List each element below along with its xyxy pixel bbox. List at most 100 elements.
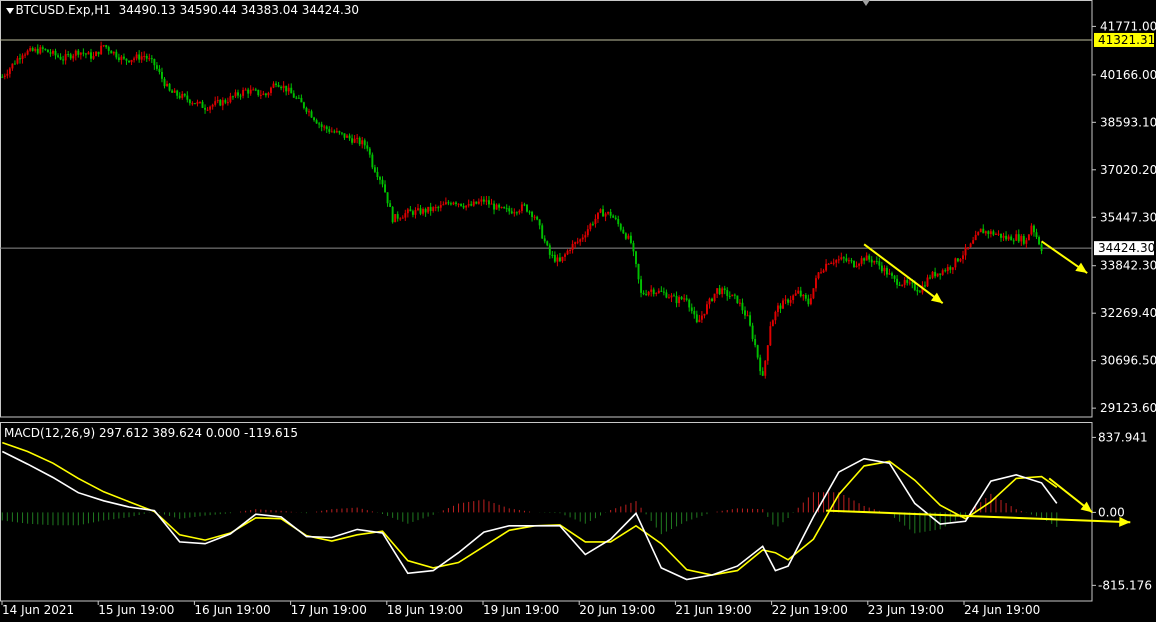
candle (579, 238, 582, 246)
macd-line (1, 450, 1058, 581)
candle-body (944, 270, 947, 272)
candle (949, 265, 952, 274)
candle (556, 254, 559, 267)
candle (670, 293, 673, 303)
candle-body (338, 131, 341, 133)
candle (744, 306, 746, 320)
candle-body (229, 96, 232, 103)
candle (411, 209, 414, 218)
candle (761, 367, 764, 377)
candle (384, 180, 387, 193)
candle (335, 127, 338, 134)
price-tick-label: 30696.50 (1100, 354, 1156, 368)
candle (1005, 231, 1008, 242)
macd-arrow (1048, 477, 1093, 514)
candle-body (110, 50, 113, 54)
candle-body (272, 83, 275, 88)
candle-body (302, 102, 305, 108)
candle-body (812, 288, 815, 299)
candle (244, 87, 247, 91)
candle-body (635, 251, 637, 264)
candle (391, 206, 394, 224)
time-tick-label: 23 Jun 19:00 (868, 603, 944, 617)
candle-body (551, 254, 554, 256)
candle (612, 214, 615, 218)
candle (16, 55, 19, 65)
candle (520, 201, 523, 214)
candle-body (510, 211, 513, 214)
candle (508, 205, 511, 215)
candle (135, 51, 138, 61)
candle-body (581, 237, 584, 240)
candle-body (820, 272, 823, 274)
candle (381, 176, 384, 188)
candle-body (41, 47, 44, 49)
candle (457, 203, 460, 208)
candle-body (482, 199, 485, 202)
candle-body (1032, 225, 1035, 233)
candle-body (444, 202, 447, 205)
chart-canvas[interactable]: 41771.00 40166.00 38593.10 37020.20 35447.30… (0, 0, 1156, 622)
candle (206, 107, 209, 112)
candle (883, 265, 886, 276)
candle (1022, 233, 1025, 246)
candle (224, 98, 227, 105)
candle (41, 45, 44, 53)
candle-body (414, 210, 417, 215)
candle-body (396, 214, 399, 219)
candle-body (579, 239, 582, 242)
candle (125, 58, 128, 65)
candle-body (173, 90, 176, 93)
candle-body (1038, 237, 1041, 245)
candle (951, 267, 954, 275)
candle-body (366, 145, 369, 149)
candle (358, 136, 361, 147)
candle-body (191, 103, 194, 105)
candle (363, 138, 366, 150)
candle-body (107, 47, 110, 51)
candle-body (432, 207, 435, 211)
candle (680, 295, 683, 301)
candle (305, 106, 308, 115)
candle (1, 74, 4, 78)
candle (551, 251, 554, 259)
candle (59, 53, 62, 61)
candle-body (571, 243, 574, 250)
candle (569, 248, 572, 254)
candle (1012, 238, 1015, 245)
candle-body (738, 302, 741, 304)
price-tick-label: 37020.20 (1100, 163, 1156, 177)
candle (789, 295, 792, 307)
candle-body (485, 200, 488, 202)
candle-body (766, 345, 769, 361)
candle-body (908, 282, 911, 284)
candle (368, 146, 371, 158)
candle-body (234, 92, 237, 97)
candle (376, 167, 379, 181)
candle-body (553, 254, 556, 262)
candle (667, 294, 670, 299)
candle (64, 49, 67, 65)
candle (918, 289, 921, 293)
candle-body (409, 209, 412, 212)
candle-body (695, 314, 698, 323)
candle-body (809, 298, 812, 305)
candle (272, 81, 275, 89)
candle (832, 258, 835, 266)
candle-body (984, 231, 987, 234)
candle-body (237, 92, 239, 96)
candle (700, 311, 703, 323)
candle-body (1017, 234, 1020, 242)
candle (561, 256, 564, 263)
candle-body (939, 273, 942, 275)
candle (419, 205, 422, 216)
candle (962, 250, 964, 264)
candle-body (868, 255, 871, 260)
candle-body (31, 48, 34, 51)
candle-body (406, 209, 409, 214)
candle-body (122, 56, 125, 59)
candle (814, 275, 817, 292)
candle (90, 48, 92, 63)
candle-body (84, 53, 87, 55)
shift-marker-icon (862, 0, 870, 6)
